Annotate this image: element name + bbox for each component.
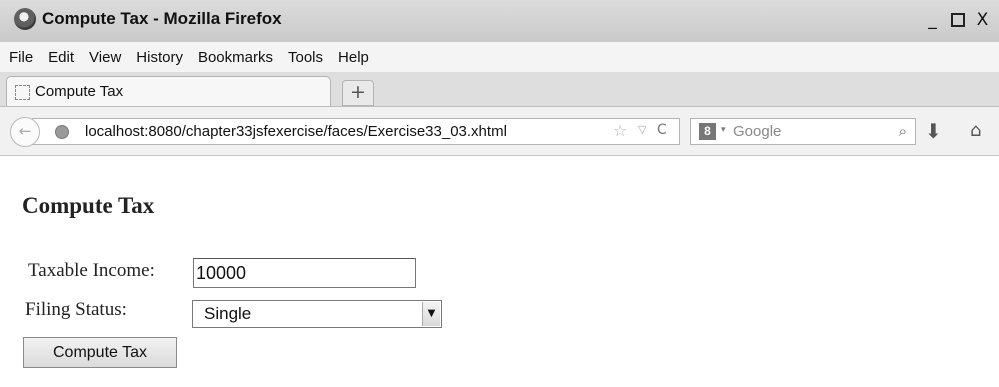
search-engine-dropdown-icon[interactable]: ▾ bbox=[721, 125, 726, 135]
download-icon[interactable]: ⬇ bbox=[925, 119, 942, 143]
page-content: Compute Tax Taxable Income: Filing Statu… bbox=[0, 156, 999, 387]
tab-compute-tax[interactable]: Compute Tax bbox=[6, 76, 331, 106]
menu-bookmarks[interactable]: Bookmarks bbox=[198, 49, 273, 66]
menu-view[interactable]: View bbox=[89, 49, 121, 66]
url-bar[interactable]: localhost:8080/chapter33jsfexercise/face… bbox=[32, 118, 680, 145]
minimize-button[interactable]: _ bbox=[920, 8, 945, 32]
dropdown-arrow-icon[interactable]: ▼ bbox=[422, 302, 440, 326]
page-title: Compute Tax bbox=[22, 193, 155, 218]
title-bar: Compute Tax - Mozilla Firefox _ X bbox=[0, 0, 999, 42]
taxable-income-input[interactable] bbox=[193, 258, 416, 288]
search-engine-icon[interactable]: 8 bbox=[699, 123, 716, 140]
reload-icon[interactable]: C bbox=[657, 122, 667, 138]
window-controls: _ X bbox=[920, 8, 995, 32]
firefox-icon bbox=[14, 8, 36, 30]
browser-window: Compute Tax - Mozilla Firefox _ X File E… bbox=[0, 0, 999, 387]
new-tab-button[interactable]: + bbox=[342, 80, 374, 106]
back-button[interactable]: ← bbox=[10, 117, 40, 147]
url-text: localhost:8080/chapter33jsfexercise/face… bbox=[85, 123, 507, 140]
search-icon[interactable]: ⌕ bbox=[899, 122, 907, 140]
filing-status-value: Single bbox=[204, 304, 252, 323]
filing-status-label: Filing Status: bbox=[25, 299, 127, 320]
search-placeholder: Google bbox=[733, 123, 782, 140]
navigation-toolbar: localhost:8080/chapter33jsfexercise/face… bbox=[0, 107, 999, 156]
menu-tools[interactable]: Tools bbox=[288, 49, 323, 66]
window-title: Compute Tax - Mozilla Firefox bbox=[42, 9, 282, 28]
bookmark-star-icon[interactable]: ☆ bbox=[613, 121, 627, 140]
globe-icon bbox=[55, 125, 69, 139]
menu-bar: File Edit View History Bookmarks Tools H… bbox=[0, 42, 999, 72]
filing-status-select[interactable]: Single ▼ bbox=[192, 300, 442, 328]
page-favicon-icon bbox=[15, 85, 30, 100]
maximize-button[interactable] bbox=[945, 8, 970, 32]
menu-history[interactable]: History bbox=[136, 49, 183, 66]
search-bar[interactable]: 8 ▾ Google ⌕ bbox=[690, 118, 916, 145]
menu-file[interactable]: File bbox=[9, 49, 33, 66]
maximize-icon bbox=[950, 13, 965, 27]
tab-label: Compute Tax bbox=[35, 83, 124, 100]
taxable-income-label: Taxable Income: bbox=[28, 260, 155, 281]
home-icon[interactable]: ⌂ bbox=[970, 120, 981, 141]
close-button[interactable]: X bbox=[970, 8, 995, 32]
compute-tax-button[interactable]: Compute Tax bbox=[23, 337, 177, 368]
url-dropdown-icon[interactable]: ▽ bbox=[638, 123, 646, 136]
menu-edit[interactable]: Edit bbox=[48, 49, 74, 66]
tab-strip: Compute Tax + bbox=[0, 72, 999, 107]
menu-help[interactable]: Help bbox=[338, 49, 369, 66]
